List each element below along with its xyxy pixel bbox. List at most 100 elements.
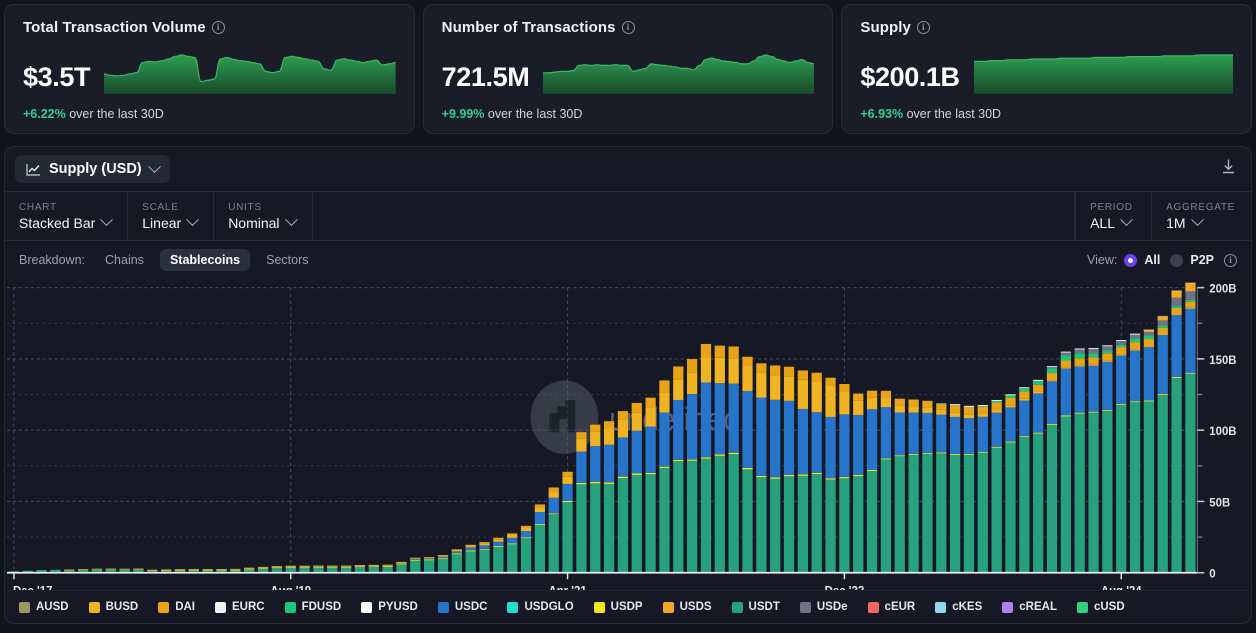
sparkline-chart <box>973 52 1234 94</box>
legend-swatch <box>662 601 674 613</box>
radio-all[interactable] <box>1124 253 1138 267</box>
breakdown-tab-sectors[interactable]: Sectors <box>256 249 318 271</box>
legend-label: EURC <box>232 601 265 613</box>
legend-label: USDC <box>454 601 488 613</box>
legend-swatch <box>158 601 170 613</box>
chart-legend: AUSD BUSD DAI EURC FDUSD PYUSD USDC USDGLO USDP U… <box>5 590 1251 623</box>
legend-item-fdusd[interactable]: FDUSD <box>284 601 341 613</box>
legend-swatch <box>1076 601 1088 613</box>
kpi-delta: +6.22% over the last 30D <box>23 107 396 121</box>
legend-swatch <box>593 601 605 613</box>
legend-item-dai[interactable]: DAI <box>158 601 195 613</box>
legend-swatch <box>1002 601 1014 613</box>
metric-selector-button[interactable]: Supply (USD) <box>15 155 170 183</box>
control-value-text: Nominal <box>228 214 280 231</box>
svg-text:0: 0 <box>1209 566 1216 581</box>
sparkline-svg <box>104 53 396 94</box>
legend-item-usdc[interactable]: USDC <box>437 601 488 613</box>
legend-swatch <box>731 601 743 613</box>
svg-text:Aug '19: Aug '19 <box>270 583 311 590</box>
legend-swatch <box>935 601 947 613</box>
kpi-title-text: Number of Transactions <box>441 19 616 36</box>
legend-label: cEUR <box>884 601 916 613</box>
control-label: SCALE <box>142 201 179 213</box>
controls-spacer <box>313 192 1076 240</box>
legend-label: USDT <box>748 601 780 613</box>
chart-panel: Supply (USD) CHART Stacked Bar SCALE Lin… <box>4 146 1252 624</box>
kpi-card-row: Total Transaction Volume i $3.5T +6.22% … <box>0 0 1256 134</box>
svg-text:150B: 150B <box>1209 352 1237 367</box>
kpi-value-row: 721.5M <box>442 48 815 94</box>
kpi-title: Supply i <box>860 19 1233 36</box>
legend-swatch <box>88 601 100 613</box>
chevron-down-icon <box>186 213 200 227</box>
kpi-value-row: $3.5T <box>23 48 396 94</box>
legend-label: cKES <box>952 601 983 613</box>
info-icon[interactable]: i <box>621 21 635 34</box>
breakdown-tabs: Breakdown: Chains Stablecoins Sectors <box>19 249 319 271</box>
legend-item-pyusd[interactable]: PYUSD <box>361 601 418 613</box>
sparkline-svg <box>543 53 815 94</box>
control-units[interactable]: UNITS Nominal <box>214 192 313 240</box>
info-icon[interactable]: i <box>916 21 930 34</box>
legend-label: DAI <box>175 601 195 613</box>
legend-item-creal[interactable]: cREAL <box>1002 601 1057 613</box>
info-icon[interactable]: i <box>1224 253 1237 267</box>
control-value: 1M <box>1166 213 1235 231</box>
chevron-down-icon <box>100 213 114 227</box>
svg-text:Dec '22: Dec '22 <box>825 583 865 590</box>
control-value: Stacked Bar <box>19 213 114 231</box>
kpi-delta-pct: +6.22% <box>23 107 66 121</box>
legend-label: USDP <box>610 601 643 613</box>
control-scale[interactable]: SCALE Linear <box>128 192 215 240</box>
legend-swatch <box>215 601 226 613</box>
legend-label: AUSD <box>36 601 69 613</box>
control-aggregate[interactable]: AGGREGATE 1M <box>1151 192 1251 240</box>
download-button[interactable] <box>1218 154 1239 184</box>
kpi-card-total-transaction-volume: Total Transaction Volume i $3.5T +6.22% … <box>4 4 415 134</box>
legend-item-eurc[interactable]: EURC <box>215 601 265 613</box>
legend-item-cusd[interactable]: cUSD <box>1076 601 1125 613</box>
stacked-bar-chart[interactable]: undefined050B100B150B200BDec '17Aug '19A… <box>5 279 1251 590</box>
control-value-text: ALL <box>1090 214 1116 231</box>
control-chart-type[interactable]: CHART Stacked Bar <box>5 192 129 240</box>
view-option-all-label[interactable]: All <box>1144 253 1160 267</box>
chevron-down-icon <box>147 159 161 173</box>
legend-item-usds[interactable]: USDS <box>662 601 712 613</box>
sparkline-chart <box>543 52 815 94</box>
control-label: UNITS <box>228 201 262 213</box>
control-value: Nominal <box>228 213 298 231</box>
svg-text:50B: 50B <box>1209 495 1230 510</box>
legend-item-ausd[interactable]: AUSD <box>19 601 69 613</box>
breakdown-tab-chains[interactable]: Chains <box>95 249 154 271</box>
svg-text:Apr '21: Apr '21 <box>548 583 587 590</box>
info-icon[interactable]: i <box>211 21 225 34</box>
control-period[interactable]: PERIOD ALL <box>1075 192 1151 240</box>
legend-swatch <box>867 601 879 613</box>
legend-item-usdglo[interactable]: USDGLO <box>507 601 574 613</box>
view-option-p2p-label[interactable]: P2P <box>1190 253 1214 267</box>
control-value-text: 1M <box>1166 214 1186 231</box>
legend-item-usdt[interactable]: USDT <box>731 601 780 613</box>
legend-label: cUSD <box>1093 601 1125 613</box>
legend-label: USDS <box>679 601 712 613</box>
legend-item-ceur[interactable]: cEUR <box>867 601 916 613</box>
control-label: CHART <box>19 201 57 213</box>
svg-text:200B: 200B <box>1209 281 1237 296</box>
legend-swatch <box>507 601 519 613</box>
kpi-card-supply: Supply i $200.1B +6.93% over the last 30… <box>841 4 1253 134</box>
legend-item-usde[interactable]: USDe <box>799 601 848 613</box>
download-icon <box>1223 159 1234 174</box>
line-chart-icon <box>26 163 40 176</box>
metric-selector-label: Supply (USD) <box>49 161 142 177</box>
kpi-delta-pct: +6.93% <box>860 107 904 121</box>
legend-item-usdp[interactable]: USDP <box>593 601 643 613</box>
breakdown-tab-stablecoins[interactable]: Stablecoins <box>159 249 251 271</box>
kpi-card-number-of-transactions: Number of Transactions i 721.5M +9.99% o… <box>422 4 834 134</box>
radio-p2p[interactable] <box>1170 253 1184 267</box>
control-label: PERIOD <box>1090 201 1133 213</box>
chart-panel-header: Supply (USD) <box>5 147 1251 191</box>
legend-swatch <box>799 601 811 613</box>
legend-item-busd[interactable]: BUSD <box>88 601 138 613</box>
legend-item-ckes[interactable]: cKES <box>935 601 982 613</box>
